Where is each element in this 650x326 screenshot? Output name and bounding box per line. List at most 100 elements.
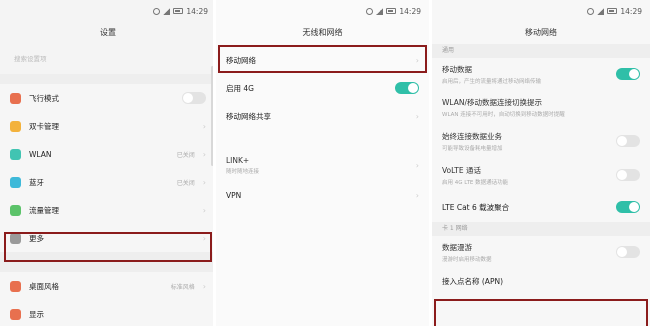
chevron-right-icon: › xyxy=(202,205,206,215)
mobile-item-text: VoLTE 通话 启用 4G LTE 数据通话功能 xyxy=(442,165,616,186)
settings-item-data-usage[interactable]: 流量管理 › xyxy=(0,196,216,224)
mobile-item-label: VoLTE 通话 xyxy=(442,165,481,175)
highlight-box xyxy=(434,299,648,326)
mobile-network-panel: 14:29 移动网络 通用 移动数据 启用后，产生的流量将通过移动网络传输 WL… xyxy=(432,0,650,326)
settings-item-bluetooth[interactable]: 蓝牙 已关闭 › xyxy=(0,168,216,196)
mobile-item-label: 数据漫游 xyxy=(442,242,472,252)
volte-toggle[interactable] xyxy=(616,169,640,181)
mobile-item-text: 始终连接数据业务 可能导致设备耗电量增加 xyxy=(442,131,616,152)
battery-icon xyxy=(607,8,618,14)
settings-item-wlan[interactable]: WLAN 已关闭 › xyxy=(0,140,216,168)
status-time: 14:29 xyxy=(399,6,421,16)
data-usage-icon xyxy=(10,204,21,216)
network-item-label: 移动网络 xyxy=(226,55,256,65)
network-item-sub: 随时随地连接 xyxy=(226,168,260,175)
mobile-data-toggle[interactable] xyxy=(616,68,640,80)
mobile-item-label: 接入点名称 (APN) xyxy=(442,276,503,286)
page-title: 设置 xyxy=(100,28,116,37)
network-item-vpn[interactable]: VPN › xyxy=(216,180,429,210)
network-item-text: LINK+ 随时随地连接 xyxy=(226,156,416,175)
settings-item-label: 双卡管理 xyxy=(29,121,59,131)
alarm-icon xyxy=(366,7,374,15)
settings-panel: 14:29 设置 搜索设置项 飞行模式 双卡管理 › WLAN 已关闭 › 蓝牙… xyxy=(0,0,216,326)
bluetooth-icon xyxy=(10,176,21,188)
battery-icon xyxy=(173,8,184,14)
mobile-item-text: 数据漫游 漫游时启用移动数据 xyxy=(442,242,616,263)
chevron-right-icon: › xyxy=(202,149,206,159)
chevron-right-icon: › xyxy=(202,177,206,187)
mobile-item-sub: WLAN 连接不可用时，自动切换到移动数据时提醒 xyxy=(442,111,565,118)
wireless-network-panel: 14:29 无线和网络 移动网络 › 启用 4G 移动网络共享 › LINK+ … xyxy=(216,0,429,326)
settings-item-display[interactable]: 显示 xyxy=(0,300,216,326)
airplane-icon xyxy=(10,92,21,104)
chevron-right-icon: › xyxy=(202,281,206,291)
chevron-right-icon: › xyxy=(415,190,419,200)
settings-item-value: 标准风格 xyxy=(170,283,195,291)
wifi-icon xyxy=(10,148,21,160)
more-icon xyxy=(10,232,21,244)
data-roaming-toggle[interactable] xyxy=(616,246,640,258)
mobile-item-sub: 可能导致设备耗电量增加 xyxy=(442,145,503,152)
alarm-icon xyxy=(153,7,161,15)
status-bar: 14:29 xyxy=(216,0,429,22)
settings-item-label: 流量管理 xyxy=(29,205,59,215)
lte-cat6-toggle[interactable] xyxy=(616,201,640,213)
settings-item-label: 显示 xyxy=(29,309,44,319)
network-item-label: VPN xyxy=(226,190,242,200)
enable-4g-toggle[interactable] xyxy=(395,82,419,94)
mobile-item-sub: 漫游时启用移动数据 xyxy=(442,256,492,263)
mobile-item-data-roaming[interactable]: 数据漫游 漫游时启用移动数据 xyxy=(432,236,650,268)
settings-item-desktop-style[interactable]: 桌面风格 标准风格 › xyxy=(0,272,216,300)
settings-item-label: 桌面风格 xyxy=(29,281,59,291)
settings-item-label: 更多 xyxy=(29,233,44,243)
mobile-item-lte-cat6[interactable]: LTE Cat 6 载波聚合 xyxy=(432,192,650,222)
section-header: 卡 1 网络 xyxy=(432,222,650,236)
chevron-right-icon: › xyxy=(202,121,206,131)
chevron-right-icon: › xyxy=(415,55,419,65)
search-input[interactable]: 搜索设置项 xyxy=(10,50,206,68)
network-item-tethering[interactable]: 移动网络共享 › xyxy=(216,102,429,130)
settings-item-airplane-mode[interactable]: 飞行模式 xyxy=(0,84,216,112)
mobile-item-always-on-data[interactable]: 始终连接数据业务 可能导致设备耗电量增加 xyxy=(432,124,650,158)
settings-item-dual-sim[interactable]: 双卡管理 › xyxy=(0,112,216,140)
signal-icon xyxy=(597,7,605,15)
chevron-right-icon: › xyxy=(415,160,419,170)
settings-item-more[interactable]: 更多 › xyxy=(0,224,216,252)
battery-icon xyxy=(386,8,397,14)
status-bar: 14:29 xyxy=(0,0,216,22)
signal-icon xyxy=(163,7,171,15)
network-item-link-plus[interactable]: LINK+ 随时随地连接 › xyxy=(216,150,429,180)
chevron-right-icon: › xyxy=(415,111,419,121)
mobile-item-text: 移动数据 启用后，产生的流量将通过移动网络传输 xyxy=(442,64,616,85)
settings-item-value: 已关闭 xyxy=(176,179,195,187)
mobile-item-text: WLAN/移动数据连接切换提示 WLAN 连接不可用时，自动切换到移动数据时提醒 xyxy=(442,97,640,118)
settings-item-label: WLAN xyxy=(29,149,52,159)
mobile-item-mobile-data[interactable]: 移动数据 启用后，产生的流量将通过移动网络传输 xyxy=(432,58,650,90)
page-title: 移动网络 xyxy=(525,28,557,37)
settings-item-value: 已关闭 xyxy=(176,151,195,159)
signal-icon xyxy=(376,7,384,15)
network-item-label: 移动网络共享 xyxy=(226,111,271,121)
network-item-mobile-network[interactable]: 移动网络 › xyxy=(216,46,429,74)
mobile-item-label: 始终连接数据业务 xyxy=(442,131,502,141)
display-icon xyxy=(10,308,21,320)
mobile-item-label: WLAN/移动数据连接切换提示 xyxy=(442,97,543,107)
divider xyxy=(0,252,216,272)
airplane-mode-toggle[interactable] xyxy=(182,92,206,104)
settings-item-label: 飞行模式 xyxy=(29,93,59,103)
mobile-item-sub: 启用后，产生的流量将通过移动网络传输 xyxy=(442,78,542,85)
divider xyxy=(0,74,216,84)
sim-card-icon xyxy=(10,120,21,132)
always-on-data-toggle[interactable] xyxy=(616,135,640,147)
alarm-icon xyxy=(587,7,595,15)
status-bar: 14:29 xyxy=(432,0,650,22)
mobile-item-apn[interactable]: 接入点名称 (APN) xyxy=(432,268,650,294)
mobile-item-sub: 启用 4G LTE 数据通话功能 xyxy=(442,179,509,186)
status-time: 14:29 xyxy=(620,6,642,16)
settings-item-label: 蓝牙 xyxy=(29,177,44,187)
mobile-item-volte[interactable]: VoLTE 通话 启用 4G LTE 数据通话功能 xyxy=(432,158,650,192)
status-time: 14:29 xyxy=(186,6,208,16)
network-item-enable-4g[interactable]: 启用 4G xyxy=(216,74,429,102)
mobile-item-switch-prompt[interactable]: WLAN/移动数据连接切换提示 WLAN 连接不可用时，自动切换到移动数据时提醒 xyxy=(432,90,650,124)
